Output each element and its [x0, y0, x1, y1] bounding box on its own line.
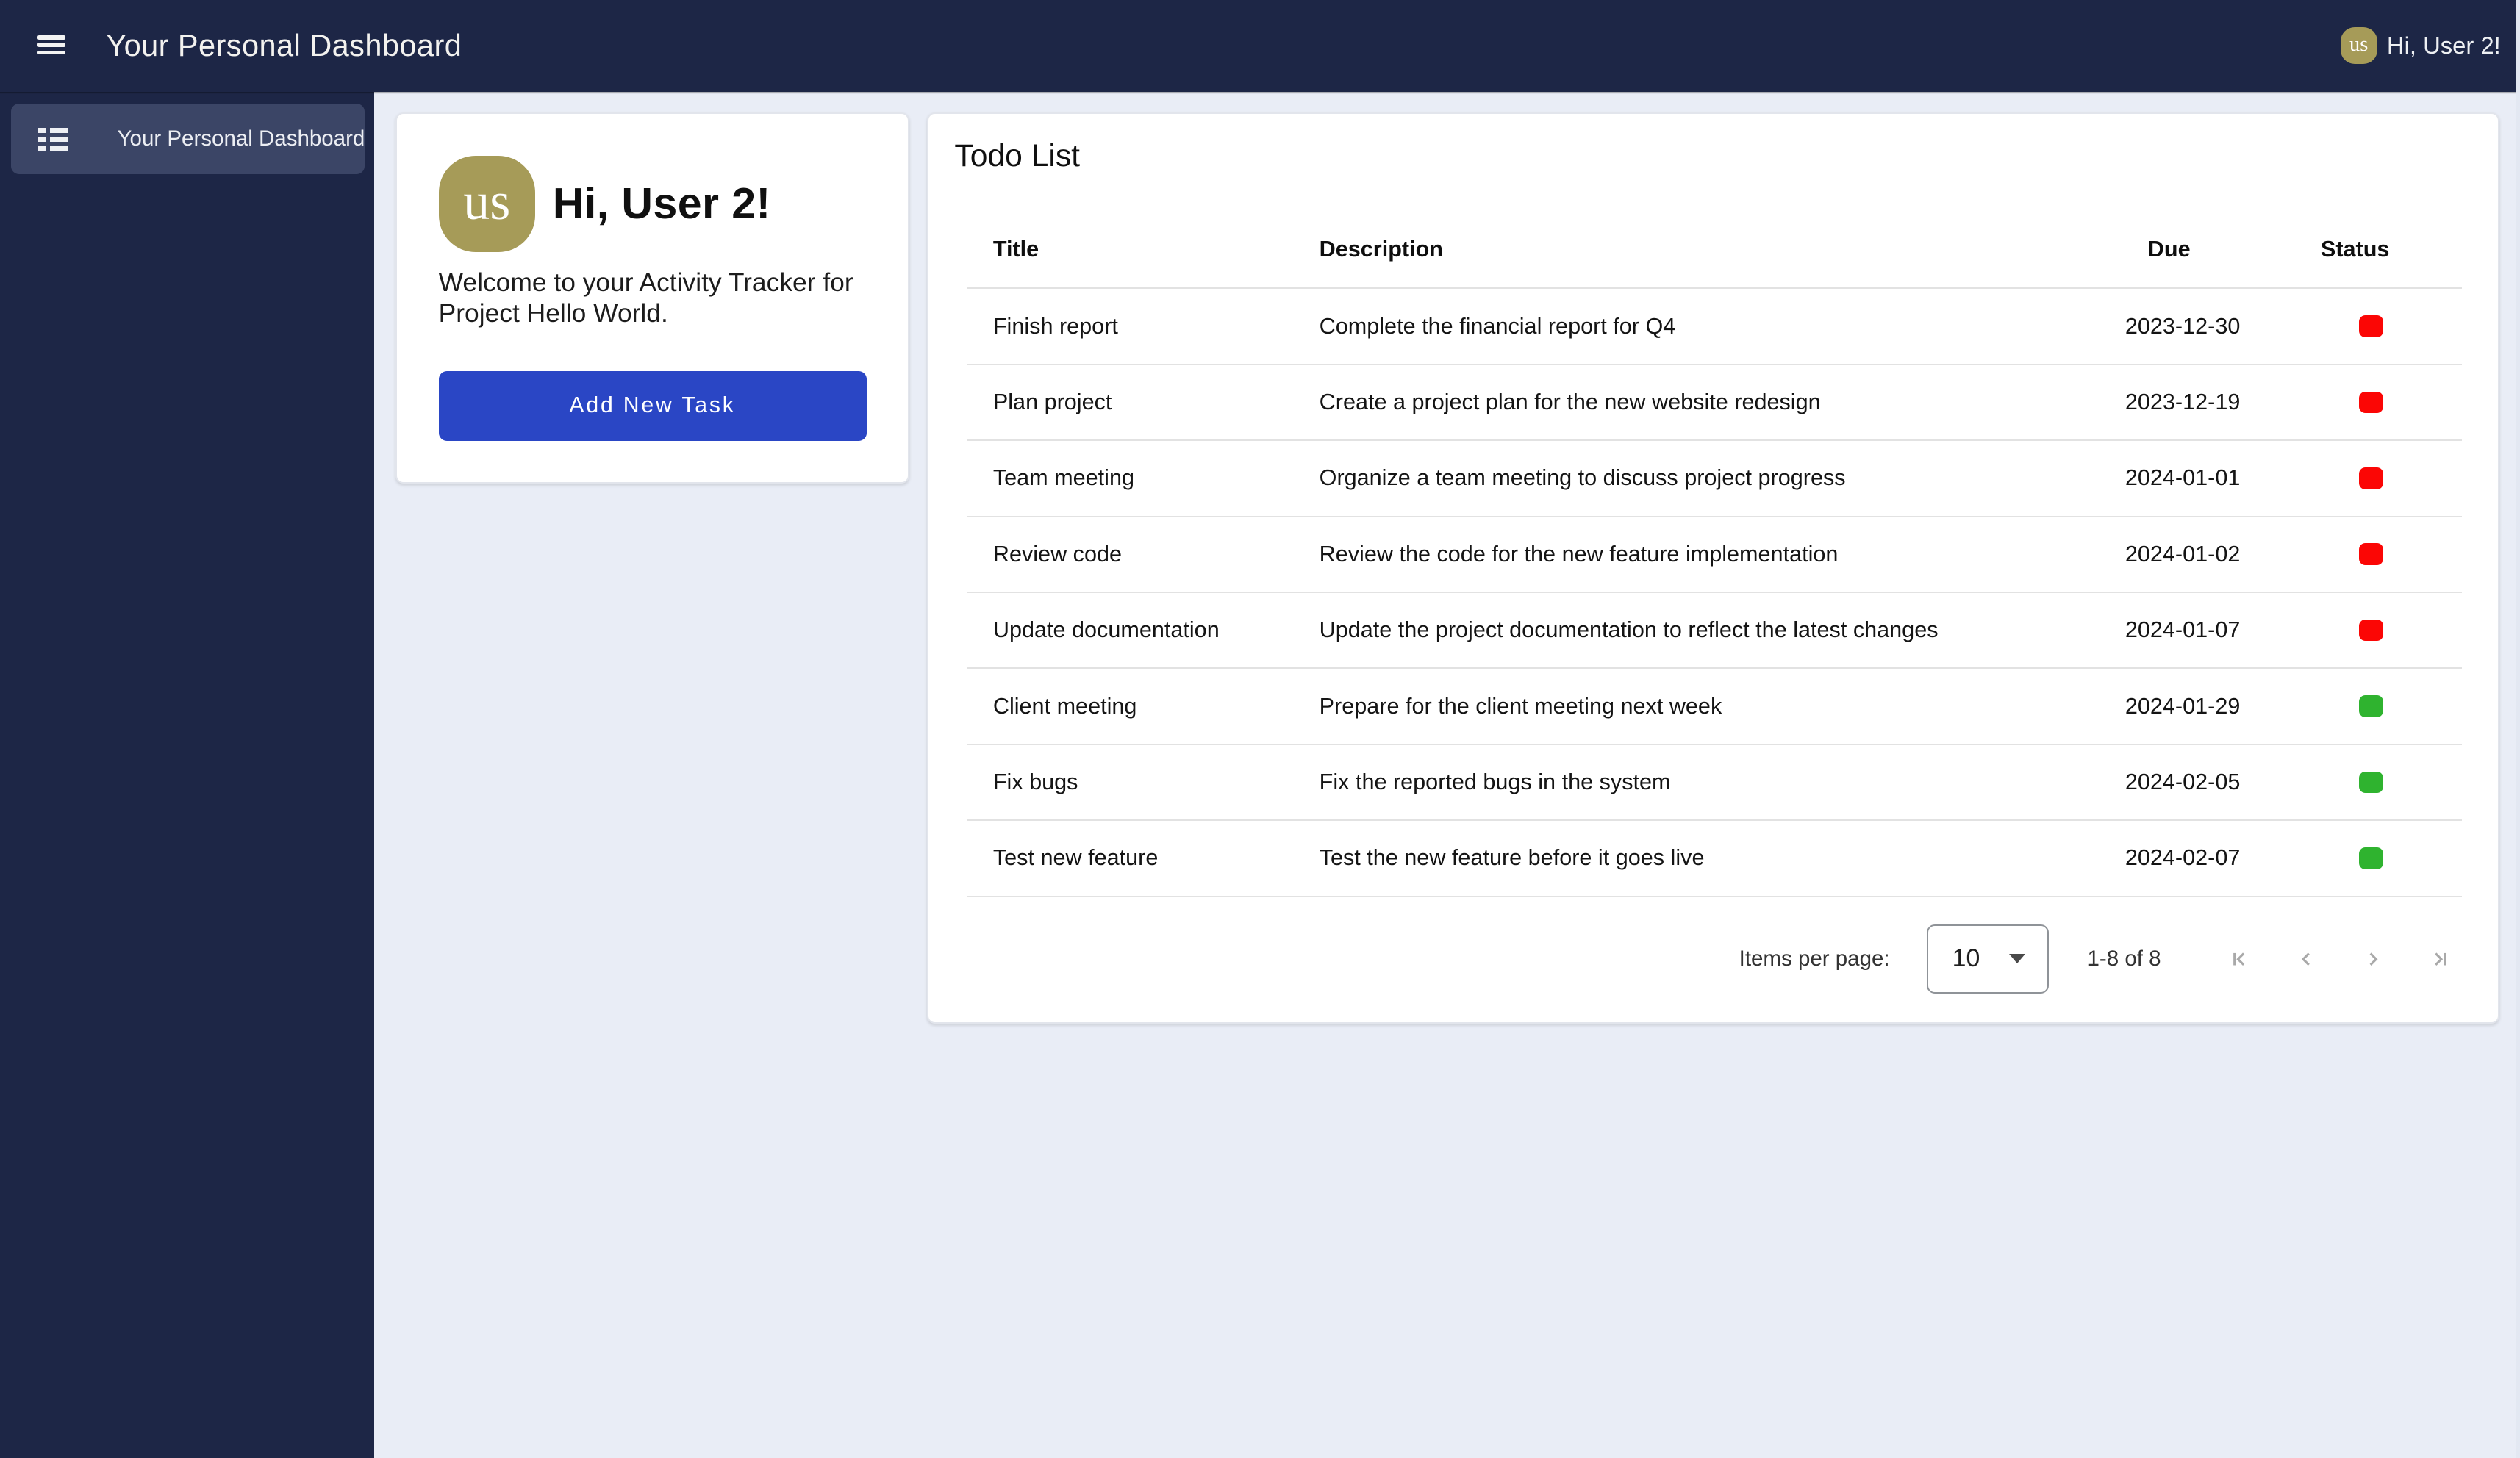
- welcome-card: us Hi, User 2! Welcome to your Activity …: [395, 112, 910, 484]
- cell-description: Create a project plan for the new websit…: [1300, 389, 1997, 415]
- welcome-header: us Hi, User 2!: [439, 156, 867, 252]
- topbar-user: us Hi, User 2!: [2341, 0, 2508, 92]
- next-page-icon: [2363, 949, 2383, 969]
- status-red-indicator: [2359, 620, 2383, 642]
- cell-due: 2024-01-29: [1997, 694, 2280, 719]
- cell-status: [2280, 315, 2462, 337]
- user-avatar: us: [2341, 27, 2377, 64]
- hamburger-icon: [37, 35, 65, 54]
- column-header-status: Status: [2264, 237, 2446, 262]
- cell-status: [2280, 467, 2462, 489]
- cell-title: Client meeting: [967, 694, 1300, 719]
- app-title: Your Personal Dashboard: [106, 0, 462, 92]
- cell-due: 2024-01-07: [1997, 617, 2280, 643]
- column-header-due: Due: [1997, 237, 2280, 262]
- first-page-button[interactable]: [2220, 940, 2258, 978]
- todo-list-card: Todo List TitleDescriptionDueStatus Fini…: [927, 112, 2499, 1024]
- previous-page-icon: [2296, 949, 2316, 969]
- table-row: Team meetingOrganize a team meeting to d…: [967, 441, 2462, 517]
- page-size-value: 10: [1952, 944, 1980, 973]
- cell-description: Prepare for the client meeting next week: [1300, 694, 1997, 719]
- status-red-indicator: [2359, 315, 2383, 337]
- table-row: Finish reportComplete the financial repo…: [967, 289, 2462, 364]
- status-green-indicator: [2359, 847, 2383, 869]
- cell-description: Update the project documentation to refl…: [1300, 617, 1997, 643]
- cell-due: 2024-02-05: [1997, 769, 2280, 795]
- cell-description: Review the code for the new feature impl…: [1300, 542, 1997, 567]
- cell-status: [2280, 772, 2462, 794]
- status-red-indicator: [2359, 392, 2383, 414]
- cell-status: [2280, 543, 2462, 565]
- scrollbar-track[interactable]: [2516, 0, 2520, 1458]
- cell-title: Finish report: [967, 314, 1300, 340]
- table-row: Test new featureTest the new feature bef…: [967, 821, 2462, 897]
- table-row: Client meetingPrepare for the client mee…: [967, 669, 2462, 744]
- status-red-indicator: [2359, 467, 2383, 489]
- sidebar-item-label: Your Personal Dashboard: [118, 126, 365, 151]
- cell-title: Update documentation: [967, 617, 1300, 643]
- menu-button[interactable]: [23, 16, 81, 74]
- table-row: Plan projectCreate a project plan for th…: [967, 365, 2462, 441]
- cell-description: Fix the reported bugs in the system: [1300, 769, 1997, 795]
- last-page-icon: [2430, 949, 2450, 969]
- welcome-message: Welcome to your Activity Tracker for Pro…: [439, 267, 867, 329]
- main-content: us Hi, User 2! Welcome to your Activity …: [374, 92, 2520, 1458]
- cell-status: [2280, 392, 2462, 414]
- first-page-icon: [2229, 949, 2249, 969]
- list-icon: [38, 128, 67, 151]
- items-per-page-label: Items per page:: [1739, 947, 1890, 972]
- cell-title: Team meeting: [967, 465, 1300, 491]
- cell-title: Test new feature: [967, 845, 1300, 871]
- status-green-indicator: [2359, 772, 2383, 794]
- table-header-row: TitleDescriptionDueStatus: [967, 212, 2462, 289]
- cell-due: 2024-02-07: [1997, 845, 2280, 871]
- welcome-greeting: Hi, User 2!: [553, 179, 771, 229]
- cell-due: 2024-01-02: [1997, 542, 2280, 567]
- cell-description: Test the new feature before it goes live: [1300, 845, 1997, 871]
- last-page-button[interactable]: [2421, 940, 2459, 978]
- sidebar: Your Personal Dashboard: [0, 92, 374, 1458]
- page-size-select[interactable]: 10: [1927, 924, 2049, 993]
- cell-title: Fix bugs: [967, 769, 1300, 795]
- user-greeting: Hi, User 2!: [2387, 32, 2501, 60]
- cell-title: Review code: [967, 542, 1300, 567]
- table-row: Fix bugsFix the reported bugs in the sys…: [967, 745, 2462, 821]
- status-red-indicator: [2359, 543, 2383, 565]
- add-new-task-button[interactable]: Add New Task: [439, 371, 867, 441]
- cell-status: [2280, 847, 2462, 869]
- app-root: Your Personal Dashboard us Hi, User 2! Y…: [0, 0, 2520, 1458]
- cell-title: Plan project: [967, 389, 1300, 415]
- table-body: Finish reportComplete the financial repo…: [967, 289, 2462, 897]
- next-page-button[interactable]: [2354, 940, 2392, 978]
- column-header-description: Description: [1300, 237, 1997, 262]
- page-range-label: 1-8 of 8: [2088, 947, 2161, 972]
- table-row: Update documentationUpdate the project d…: [967, 593, 2462, 669]
- cell-status: [2280, 620, 2462, 642]
- previous-page-button[interactable]: [2287, 940, 2325, 978]
- cell-description: Complete the financial report for Q4: [1300, 314, 1997, 340]
- paginator: Items per page: 10 1-8 of 8: [967, 913, 2459, 1006]
- cell-description: Organize a team meeting to discuss proje…: [1300, 465, 1997, 491]
- todo-table: TitleDescriptionDueStatus Finish reportC…: [967, 212, 2462, 897]
- cell-due: 2023-12-19: [1997, 389, 2280, 415]
- cell-due: 2023-12-30: [1997, 314, 2280, 340]
- cell-due: 2024-01-01: [1997, 465, 2280, 491]
- cell-status: [2280, 695, 2462, 717]
- table-row: Review codeReview the code for the new f…: [967, 517, 2462, 593]
- topbar: Your Personal Dashboard us Hi, User 2!: [0, 0, 2520, 92]
- column-header-title: Title: [967, 237, 1300, 262]
- dropdown-caret-icon: [2009, 954, 2025, 963]
- todo-list-title: Todo List: [928, 114, 2497, 174]
- welcome-avatar: us: [439, 156, 535, 252]
- status-green-indicator: [2359, 695, 2383, 717]
- sidebar-item-dashboard[interactable]: Your Personal Dashboard: [11, 104, 365, 174]
